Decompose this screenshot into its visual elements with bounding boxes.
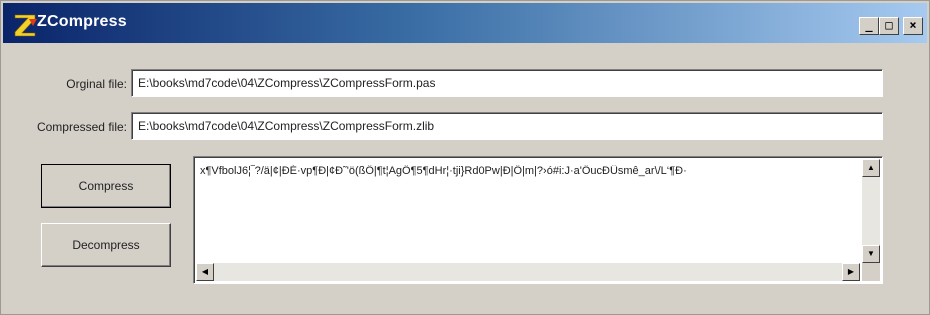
scroll-left-icon[interactable]: ◀ [196, 263, 214, 281]
app-logo-icon [14, 14, 37, 37]
original-file-label: Orginal file: [66, 77, 127, 91]
scroll-up-icon[interactable]: ▲ [862, 159, 880, 177]
compressed-file-field[interactable]: E:\books\md7code\04\ZCompress\ZCompressF… [131, 112, 883, 140]
compress-button[interactable]: Compress [41, 164, 171, 208]
scrollbar-corner [862, 263, 880, 281]
compressed-data-text: x¶VfbolJ6¦‾?/ä|¢|ÐÉ·vp¶Ð|¢Ð˜'ö(ßÔ|¶t¦AgÖ… [200, 165, 687, 177]
compressed-data-memo[interactable]: x¶VfbolJ6¦‾?/ä|¢|ÐÉ·vp¶Ð|¢Ð˜'ö(ßÔ|¶t¦AgÖ… [193, 156, 883, 284]
horizontal-scrollbar[interactable]: ◀ ▶ [196, 263, 860, 281]
title-bar[interactable]: ZCompress _ □ × [3, 3, 927, 43]
decompress-button[interactable]: Decompress [41, 223, 171, 267]
vertical-scrollbar[interactable]: ▲ ▼ [862, 159, 880, 263]
scroll-down-icon[interactable]: ▼ [862, 245, 880, 263]
minimize-button[interactable]: _ [859, 17, 879, 35]
app-window: ZCompress _ □ × Orginal file: E:\books\m… [0, 0, 930, 315]
close-button[interactable]: × [903, 17, 923, 35]
original-file-field[interactable]: E:\books\md7code\04\ZCompress\ZCompressF… [131, 69, 883, 97]
scroll-right-icon[interactable]: ▶ [842, 263, 860, 281]
compressed-file-label: Compressed file: [36, 120, 127, 134]
window-title: ZCompress [37, 13, 127, 30]
maximize-button[interactable]: □ [879, 17, 899, 35]
